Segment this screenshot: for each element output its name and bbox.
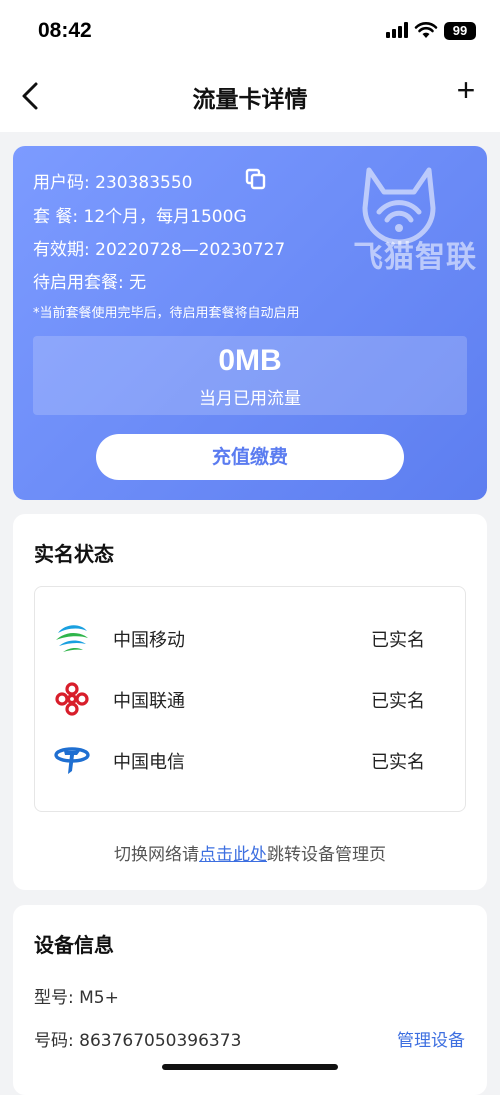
- hint-before: 切换网络请: [114, 845, 199, 865]
- carrier-row-china-telecom: 中国电信 已实名: [35, 729, 465, 791]
- carrier-status: 已实名: [371, 691, 425, 712]
- carrier-name: 中国移动: [113, 630, 185, 651]
- manage-device-link[interactable]: 管理设备: [397, 1026, 465, 1051]
- page-title: 流量卡详情: [192, 87, 308, 113]
- user-code-label: 用户码:: [33, 173, 90, 193]
- validity-row: 有效期: 20220728—20230727: [33, 235, 285, 260]
- carrier-list: 中国移动 已实名 中国联通 已实名 中国电信 已实名: [34, 586, 466, 812]
- carrier-row-china-mobile: 中国移动 已实名: [35, 607, 465, 669]
- wifi-icon: [414, 22, 438, 38]
- user-code-row: 用户码: 230383550: [33, 168, 192, 193]
- device-number-row: 号码: 863767050396373: [34, 1026, 241, 1051]
- recharge-button[interactable]: 充值缴费: [96, 434, 404, 480]
- package-row: 套 餐: 12个月，每月1500G: [33, 202, 247, 227]
- device-info-title: 设备信息: [34, 933, 114, 957]
- package-note: *当前套餐使用完毕后，待启用套餐将自动启用: [33, 306, 300, 321]
- china-unicom-logo-icon: [55, 682, 89, 716]
- usage-label: 当月已用流量: [199, 389, 301, 409]
- usage-box: 0MB 当月已用流量: [33, 336, 467, 415]
- model-label: 型号:: [34, 988, 74, 1008]
- status-time: 08:42: [38, 19, 92, 42]
- carrier-status: 已实名: [371, 752, 425, 773]
- carrier-row-china-unicom: 中国联通 已实名: [35, 668, 465, 730]
- pending-package-label: 待启用套餐:: [33, 273, 124, 293]
- realname-card: 实名状态 中国移动 已实名 中国联通 已实名 中国电信 已实名 切换网络请点击此…: [13, 514, 487, 890]
- user-code-value: 230383550: [95, 173, 193, 193]
- pending-package-row: 待启用套餐: 无: [33, 268, 146, 293]
- brand-name: 飞猫智联: [353, 240, 477, 275]
- hint-after: 跳转设备管理页: [267, 845, 386, 865]
- validity-value: 20220728—20230727: [95, 240, 286, 260]
- home-indicator: [162, 1064, 338, 1070]
- package-value: 12个月，每月1500G: [83, 207, 247, 227]
- number-label: 号码:: [34, 1031, 74, 1051]
- china-mobile-logo-icon: [56, 625, 88, 652]
- number-value: 863767050396373: [79, 1031, 242, 1051]
- battery-icon: 99: [444, 22, 476, 40]
- carrier-name: 中国电信: [113, 752, 185, 773]
- model-value: M5+: [79, 988, 119, 1008]
- click-here-link[interactable]: 点击此处: [199, 845, 267, 865]
- realname-title: 实名状态: [34, 542, 114, 566]
- nav-bar: 流量卡详情 +: [0, 62, 500, 132]
- usage-value: 0MB: [218, 344, 282, 377]
- carrier-status: 已实名: [371, 630, 425, 651]
- add-button[interactable]: +: [450, 72, 482, 109]
- carrier-name: 中国联通: [113, 691, 185, 712]
- status-bar: 08:42 99: [0, 0, 500, 62]
- china-telecom-logo-icon: [54, 747, 90, 774]
- sim-card-summary: 飞猫智联 用户码: 230383550 套 餐: 12个月，每月1500G 有效…: [13, 146, 487, 500]
- switch-network-hint: 切换网络请点击此处跳转设备管理页: [13, 840, 487, 865]
- package-label: 套 餐:: [33, 207, 79, 227]
- device-model-row: 型号: M5+: [34, 983, 119, 1008]
- cellular-signal-icon: [386, 22, 408, 38]
- pending-package-value: 无: [129, 273, 147, 293]
- validity-label: 有效期:: [33, 240, 90, 260]
- copy-icon[interactable]: [245, 168, 267, 190]
